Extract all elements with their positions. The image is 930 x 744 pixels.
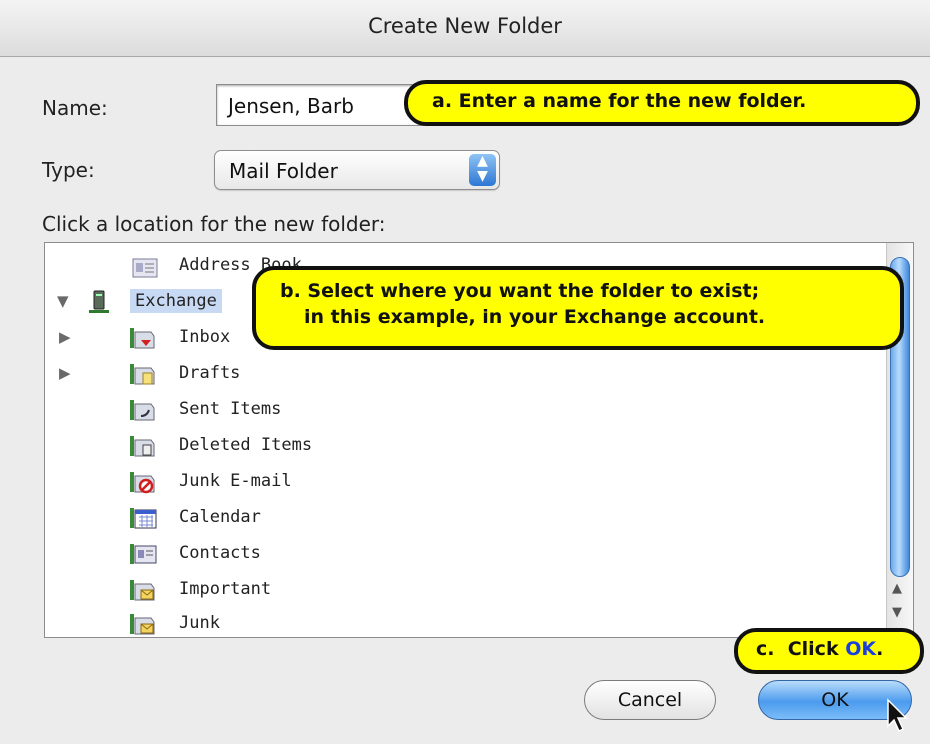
junk-folder-icon (130, 472, 155, 494)
cancel-button[interactable]: Cancel (584, 680, 716, 720)
address-book-icon (132, 258, 158, 278)
sent-folder-icon (130, 400, 155, 421)
tree-item-contacts[interactable]: Contacts (45, 537, 881, 571)
tree-item-label: Exchange (130, 289, 222, 313)
tree-item-label: Important (179, 579, 272, 599)
deleted-folder-icon (130, 436, 155, 457)
selected-label: Exchange (130, 289, 222, 313)
tree-item-label: Sent Items (179, 399, 282, 419)
tree-item-label: Contacts (179, 543, 261, 563)
tree-item-sent-items[interactable]: Sent Items (45, 393, 881, 427)
callout-b: b. Select where you want the folder to e… (252, 266, 904, 350)
callout-a-text: a. Enter a name for the new folder. (432, 90, 807, 112)
mouse-pointer-icon (887, 698, 908, 733)
type-label: Type: (42, 158, 95, 182)
mail-folder-icon (130, 580, 155, 601)
tree-item-important[interactable]: Important (45, 573, 881, 607)
callout-c: c. Click OK. (734, 628, 924, 674)
type-select-value: Mail Folder (229, 159, 338, 183)
scroll-up-arrow-icon[interactable]: ▲ (892, 581, 902, 596)
callout-a: a. Enter a name for the new folder. (404, 80, 920, 126)
window-title: Create New Folder (368, 14, 562, 38)
tree-item-label: Inbox (179, 327, 231, 347)
disclosure-expanded-icon[interactable]: ▼ (57, 292, 69, 310)
callout-c-prefix: c. Click (756, 638, 846, 660)
callout-c-suffix: . (876, 638, 884, 660)
tree-item-deleted-items[interactable]: Deleted Items (45, 429, 881, 463)
calendar-folder-icon (130, 508, 157, 529)
mail-folder-icon (130, 614, 155, 635)
tree-item-drafts[interactable]: ▶ Drafts (45, 357, 881, 391)
title-bar: Create New Folder (0, 0, 930, 57)
callout-b-line1: b. Select where you want the folder to e… (280, 280, 760, 302)
name-label: Name: (42, 96, 108, 120)
tree-item-calendar[interactable]: Calendar (45, 501, 881, 535)
tree-item-label: Calendar (179, 507, 261, 527)
tree-item-label: Drafts (179, 363, 241, 383)
location-label: Click a location for the new folder: (42, 212, 386, 236)
callout-b-line2: in this example, in your Exchange accoun… (304, 306, 766, 328)
name-input[interactable]: Jensen, Barb (216, 84, 426, 126)
drafts-folder-icon (130, 364, 155, 385)
disclosure-collapsed-icon[interactable]: ▶ (59, 328, 71, 346)
callout-c-ok: OK (845, 638, 877, 660)
create-folder-dialog: Create New Folder Name: Jensen, Barb Typ… (0, 0, 930, 744)
tree-item-label: Deleted Items (179, 435, 313, 455)
inbox-folder-icon (130, 328, 155, 349)
scroll-down-arrow-icon[interactable]: ▼ (892, 605, 902, 620)
tree-item-label: Junk E-mail (179, 471, 292, 491)
updown-arrows-icon: ▲ ▼ (469, 154, 496, 186)
contacts-folder-icon (130, 544, 157, 564)
disclosure-collapsed-icon[interactable]: ▶ (59, 364, 71, 382)
name-input-value: Jensen, Barb (228, 94, 354, 118)
tree-item-junk-email[interactable]: Junk E-mail (45, 465, 881, 499)
type-select[interactable]: Mail Folder ▲ ▼ (214, 150, 500, 190)
tree-item-label: Junk (179, 613, 220, 633)
server-icon (89, 290, 109, 313)
